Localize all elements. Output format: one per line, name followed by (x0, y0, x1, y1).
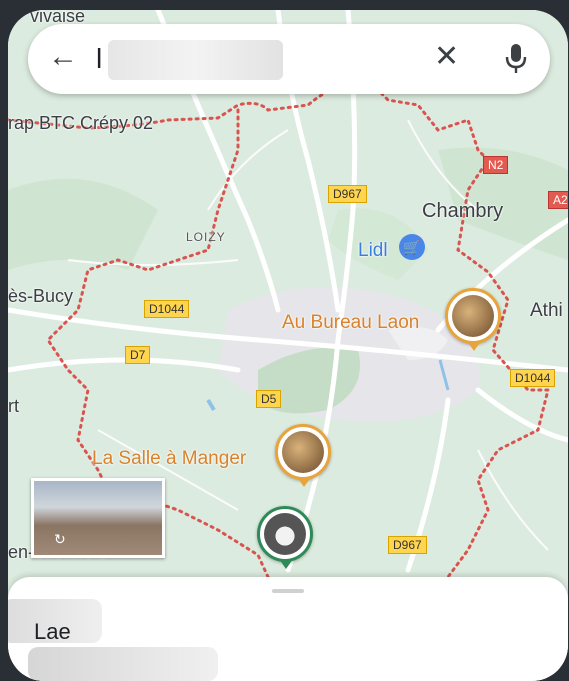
place-pin-au-bureau[interactable] (445, 288, 501, 351)
drag-handle[interactable] (272, 589, 304, 593)
place-label-au-bureau[interactable]: Au Bureau Laon (282, 312, 419, 334)
place-photo (452, 295, 494, 337)
place-title: Lae (34, 619, 71, 644)
road-a26: A2 (548, 191, 568, 209)
map-label-bucy: ès-Bucy (8, 286, 74, 306)
place-label-salle[interactable]: La Salle à Manger (92, 448, 246, 470)
street-view-thumbnail[interactable]: ↻ (31, 478, 165, 558)
close-icon[interactable]: ✕ (434, 42, 459, 72)
map-label-chambry: Chambry (422, 200, 504, 222)
shopping-cart-icon[interactable]: 🛒 (399, 234, 425, 260)
search-input[interactable]: l (96, 43, 102, 75)
road-d1044-left: D1044 (144, 300, 190, 318)
place-photo (264, 513, 306, 555)
road-d5: D5 (256, 390, 282, 408)
road-d967-top: D967 (328, 185, 367, 203)
redacted-text (28, 647, 218, 681)
map-label-athi: Athi (530, 300, 563, 321)
place-pin-salle[interactable] (275, 424, 331, 487)
place-pin-selected[interactable] (257, 506, 313, 569)
redacted-text (108, 40, 283, 80)
mic-icon[interactable] (504, 42, 528, 76)
map-label-trap: rap BTC Crépy 02 (8, 113, 154, 133)
search-bar[interactable]: ← l ✕ (28, 24, 550, 94)
road-n2: N2 (483, 156, 509, 174)
map-label-loizy: LOIZY (186, 230, 226, 244)
map-label-art: rt (8, 396, 19, 416)
road-d1044-right: D1044 (510, 369, 556, 387)
bottom-sheet[interactable]: Lae (8, 577, 568, 681)
street-view-icon: ↻ (54, 531, 66, 547)
map-label-lidl[interactable]: Lidl (358, 240, 388, 262)
arrow-left-icon[interactable]: ← (48, 42, 78, 72)
road-d967-bottom: D967 (388, 536, 427, 554)
place-photo (282, 431, 324, 473)
road-d7: D7 (125, 346, 151, 364)
phone-screen: vivaise rap BTC Crépy 02 Chambry LOIZY L… (8, 10, 568, 681)
